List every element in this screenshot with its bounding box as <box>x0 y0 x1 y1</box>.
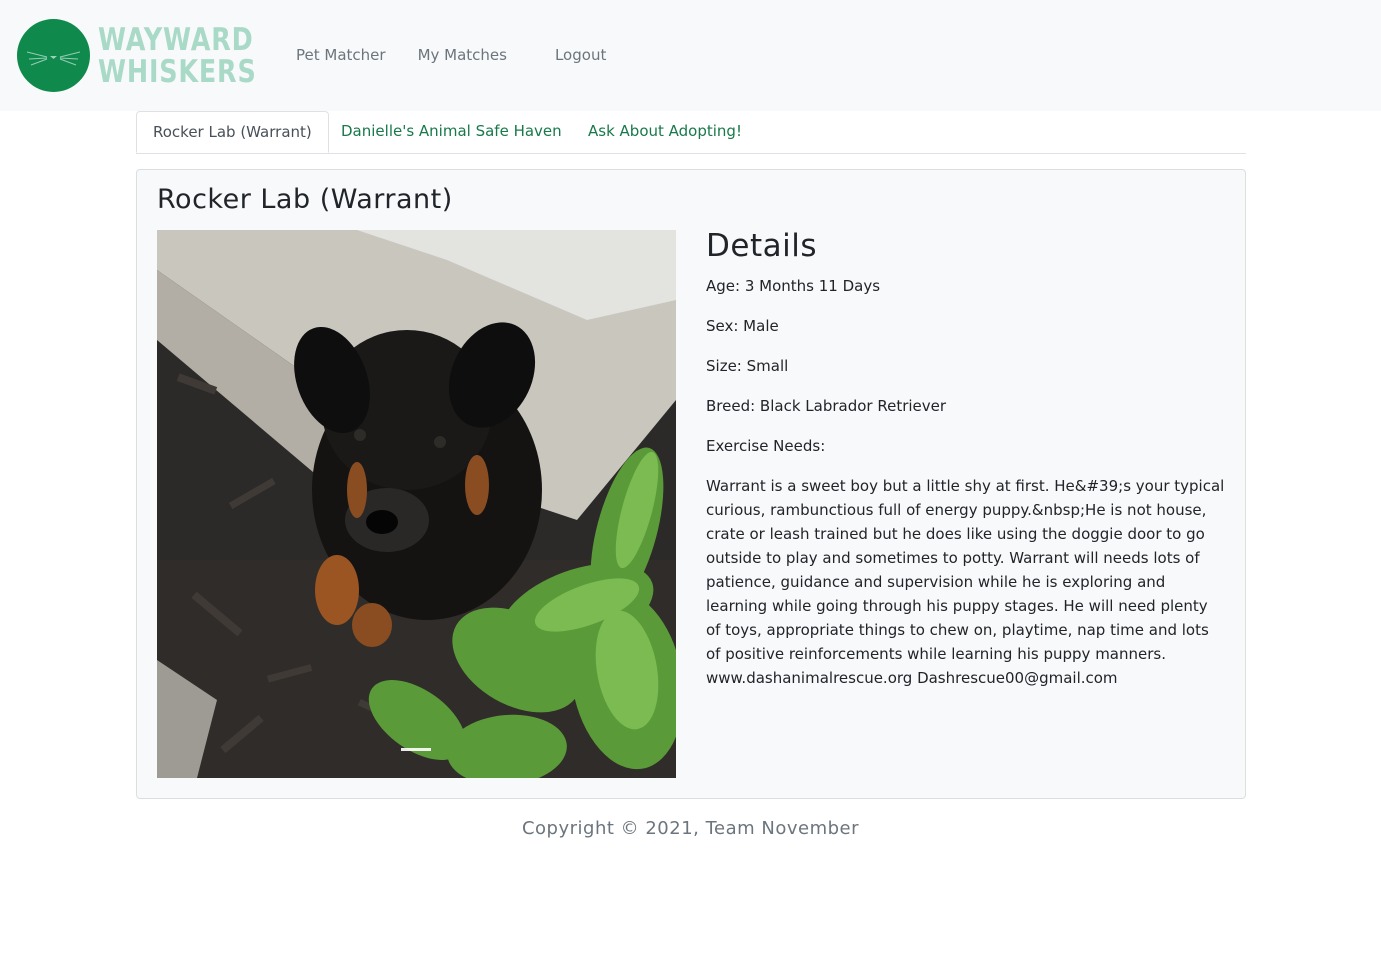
brand-name: WAYWARD WHISKERS <box>98 24 257 88</box>
pet-tabs: Rocker Lab (Warrant) Danielle's Animal S… <box>136 111 1246 154</box>
cat-whiskers-icon <box>17 19 90 92</box>
brand-logo[interactable]: WAYWARD WHISKERS <box>17 19 291 92</box>
carousel-indicator[interactable] <box>401 748 431 751</box>
pet-exercise-needs: Exercise Needs: <box>706 437 826 455</box>
brand-line-1: WAYWARD <box>98 21 254 58</box>
top-navbar: WAYWARD WHISKERS Pet Matcher My Matches … <box>0 0 1381 111</box>
pet-description: Warrant is a sweet boy but a little shy … <box>706 477 1225 687</box>
tab-ask-about-adopting[interactable]: Ask About Adopting! <box>572 111 758 152</box>
nav-logout[interactable]: Logout <box>555 46 606 64</box>
tab-pet-profile[interactable]: Rocker Lab (Warrant) <box>136 111 329 153</box>
pet-photo-carousel[interactable] <box>157 230 676 778</box>
main-nav: Pet Matcher My Matches Logout <box>296 46 606 64</box>
tab-shelter[interactable]: Danielle's Animal Safe Haven <box>325 111 578 152</box>
pet-details: Details Age: 3 Months 11 Days Sex: Male … <box>706 228 1226 690</box>
nav-pet-matcher[interactable]: Pet Matcher <box>296 46 386 64</box>
pet-sex: Sex: Male <box>706 317 779 335</box>
pet-size: Size: Small <box>706 357 789 375</box>
pet-age: Age: 3 Months 11 Days <box>706 277 881 295</box>
brand-line-2: WHISKERS <box>98 53 257 90</box>
pet-breed: Breed: Black Labrador Retriever <box>706 397 947 415</box>
pet-card: Rocker Lab (Warrant) Details Age: 3 Mont… <box>136 169 1246 799</box>
footer-copyright: Copyright © 2021, Team November <box>521 818 860 839</box>
pet-name-title: Rocker Lab (Warrant) <box>157 184 453 215</box>
puppy-photo <box>157 230 676 778</box>
nav-my-matches[interactable]: My Matches <box>418 46 507 64</box>
details-heading: Details <box>706 228 817 264</box>
